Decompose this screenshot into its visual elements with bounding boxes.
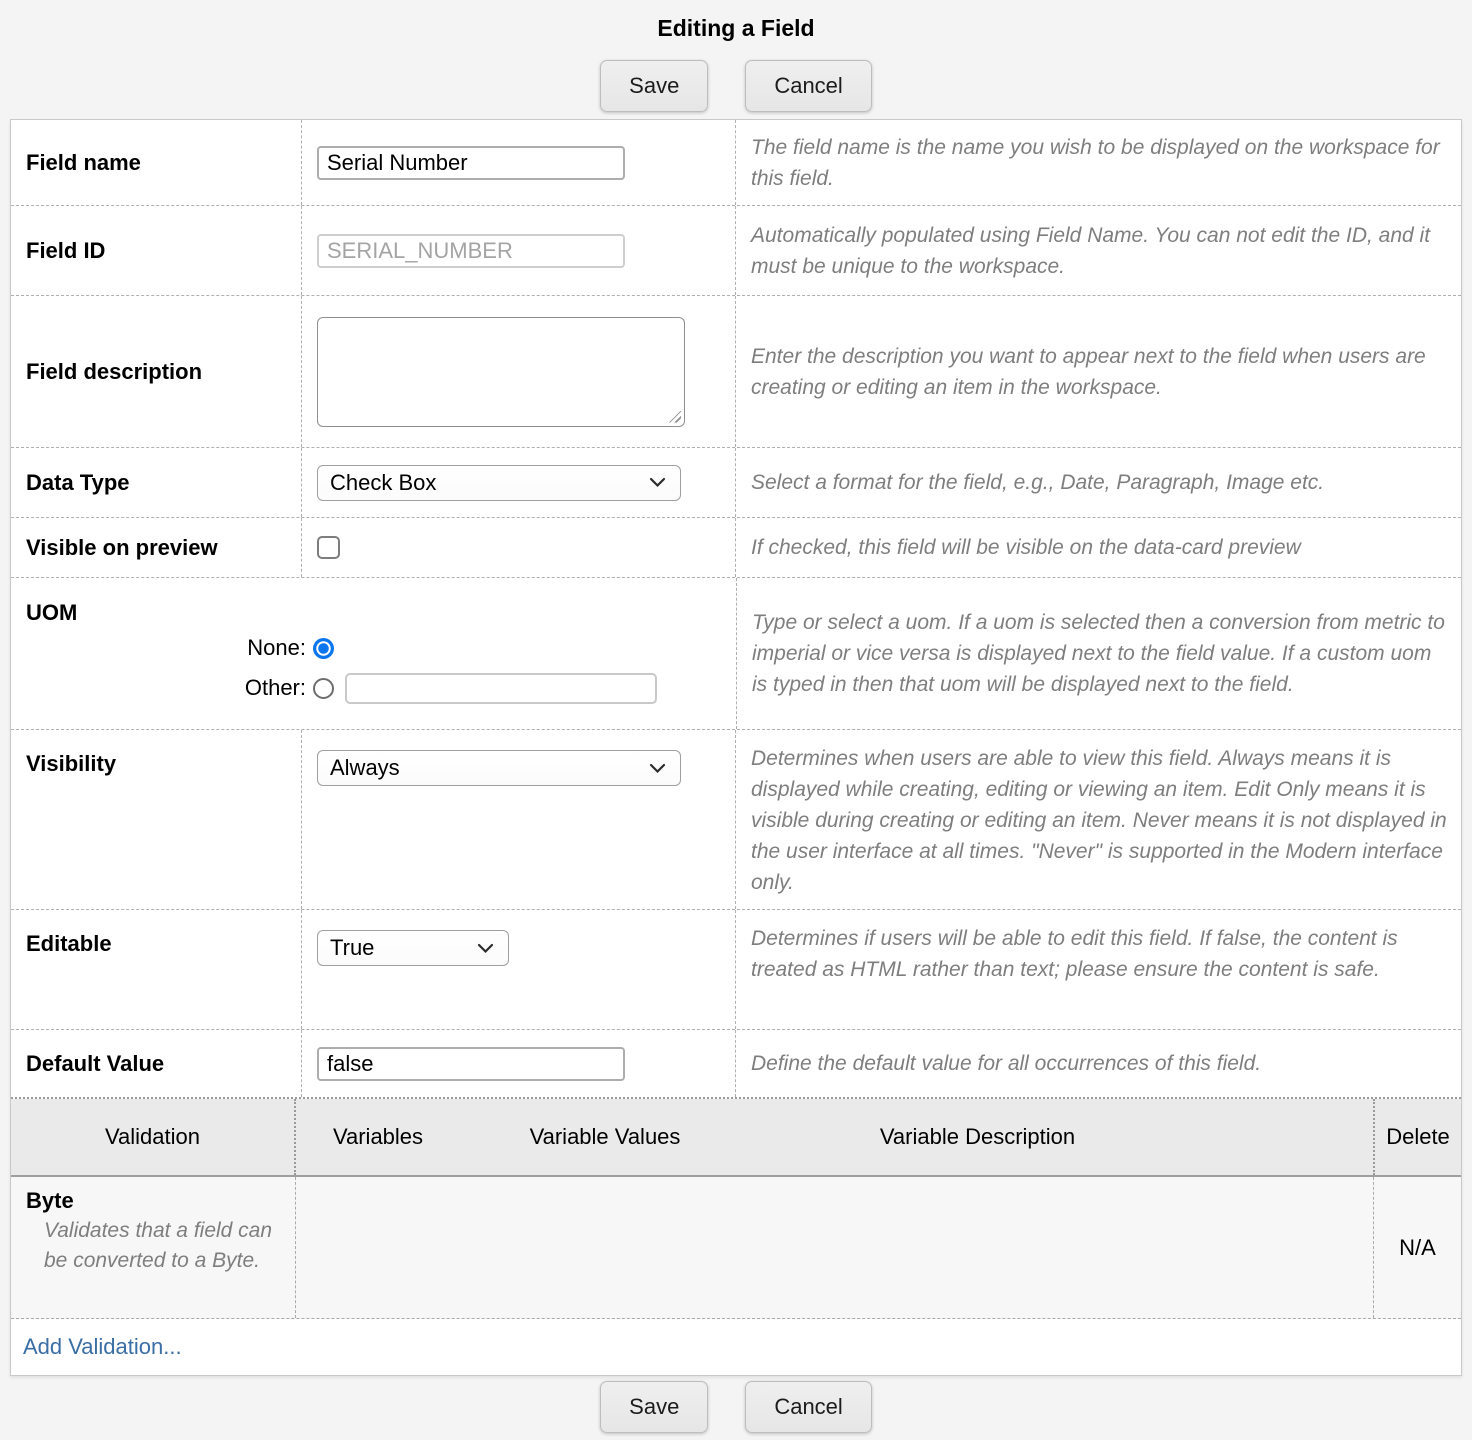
default-value-description: Define the default value for all occurre… bbox=[751, 1048, 1261, 1079]
visibility-select[interactable]: Always bbox=[317, 750, 681, 786]
default-value-input[interactable] bbox=[317, 1047, 625, 1081]
save-button-top[interactable]: Save bbox=[600, 60, 708, 112]
field-description-description: Enter the description you want to appear… bbox=[751, 341, 1451, 403]
row-data-type: Data Type Check Box Select a format for … bbox=[11, 448, 1461, 518]
uom-other-label: Other: bbox=[11, 675, 306, 701]
cancel-button-bottom[interactable]: Cancel bbox=[745, 1381, 871, 1433]
add-validation-link[interactable]: Add Validation... bbox=[11, 1334, 182, 1360]
uom-none-radio[interactable] bbox=[313, 638, 334, 659]
field-id-input bbox=[317, 234, 625, 268]
row-visible-on-preview: Visible on preview If checked, this fiel… bbox=[11, 518, 1461, 578]
visible-on-preview-label: Visible on preview bbox=[11, 518, 302, 577]
validation-description: Validates that a field can be converted … bbox=[26, 1216, 284, 1276]
validation-delete-cell: N/A bbox=[1373, 1177, 1461, 1318]
visible-on-preview-checkbox[interactable] bbox=[317, 536, 340, 559]
delete-column-header: Delete bbox=[1373, 1099, 1461, 1175]
uom-other-input[interactable] bbox=[345, 673, 657, 704]
row-field-name: Field name The field name is the name yo… bbox=[11, 120, 1461, 206]
row-field-id: Field ID Automatically populated using F… bbox=[11, 206, 1461, 296]
uom-none-label: None: bbox=[11, 635, 306, 661]
variables-column-header: Variables bbox=[296, 1099, 460, 1175]
resize-handle-icon[interactable] bbox=[669, 411, 681, 423]
field-id-description: Automatically populated using Field Name… bbox=[751, 220, 1451, 282]
row-uom: UOM None: Other: Type or select a uom. I… bbox=[11, 578, 1461, 730]
field-name-description: The field name is the name you wish to b… bbox=[751, 132, 1451, 194]
save-button-bottom[interactable]: Save bbox=[600, 1381, 708, 1433]
field-id-label: Field ID bbox=[11, 206, 302, 295]
editable-description: Determines if users will be able to edit… bbox=[751, 923, 1451, 985]
row-field-description: Field description Enter the description … bbox=[11, 296, 1461, 448]
data-type-select[interactable]: Check Box bbox=[317, 465, 681, 501]
field-description-label: Field description bbox=[11, 296, 302, 447]
add-validation-row: Add Validation... bbox=[11, 1319, 1461, 1375]
field-name-label: Field name bbox=[11, 120, 302, 205]
visibility-selected-value: Always bbox=[330, 755, 400, 781]
variable-description-column-header: Variable Description bbox=[750, 1099, 1205, 1175]
cancel-button-top[interactable]: Cancel bbox=[745, 60, 871, 112]
data-type-selected-value: Check Box bbox=[330, 470, 436, 496]
validation-table-header: Validation Variables Variable Values Var… bbox=[11, 1099, 1461, 1177]
row-visibility: Visibility Always Determines when users … bbox=[11, 730, 1461, 910]
validation-variables-cell bbox=[296, 1177, 1373, 1318]
uom-control-area: UOM None: Other: bbox=[11, 578, 737, 729]
visibility-label: Visibility bbox=[11, 730, 302, 909]
uom-other-radio[interactable] bbox=[313, 678, 334, 699]
uom-description: Type or select a uom. If a uom is select… bbox=[752, 607, 1451, 700]
validation-name: Byte bbox=[26, 1186, 295, 1216]
visible-on-preview-description: If checked, this field will be visible o… bbox=[751, 532, 1301, 563]
chevron-down-icon bbox=[649, 477, 666, 488]
editable-label: Editable bbox=[11, 910, 302, 1029]
bottom-action-bar: Save Cancel bbox=[0, 1381, 1472, 1433]
uom-other-option: Other: bbox=[11, 668, 736, 708]
field-name-input[interactable] bbox=[317, 146, 625, 180]
field-description-textarea[interactable] bbox=[317, 317, 685, 427]
top-action-bar: Save Cancel bbox=[0, 60, 1472, 112]
validation-row-byte: Byte Validates that a field can be conve… bbox=[11, 1177, 1461, 1319]
editable-select[interactable]: True bbox=[317, 930, 509, 966]
variable-values-column-header: Variable Values bbox=[460, 1099, 750, 1175]
visibility-description: Determines when users are able to view t… bbox=[751, 743, 1451, 898]
uom-none-option: None: bbox=[11, 628, 736, 668]
field-edit-form: Field name The field name is the name yo… bbox=[10, 119, 1462, 1376]
chevron-down-icon bbox=[477, 943, 494, 954]
chevron-down-icon bbox=[649, 763, 666, 774]
uom-label: UOM bbox=[26, 600, 77, 626]
row-editable: Editable True Determines if users will b… bbox=[11, 910, 1461, 1030]
editable-selected-value: True bbox=[330, 935, 374, 961]
data-type-description: Select a format for the field, e.g., Dat… bbox=[751, 467, 1324, 498]
row-default-value: Default Value Define the default value f… bbox=[11, 1030, 1461, 1099]
default-value-label: Default Value bbox=[11, 1030, 302, 1097]
validation-column-header: Validation bbox=[11, 1099, 296, 1175]
data-type-label: Data Type bbox=[11, 448, 302, 517]
page-title: Editing a Field bbox=[0, 0, 1472, 47]
